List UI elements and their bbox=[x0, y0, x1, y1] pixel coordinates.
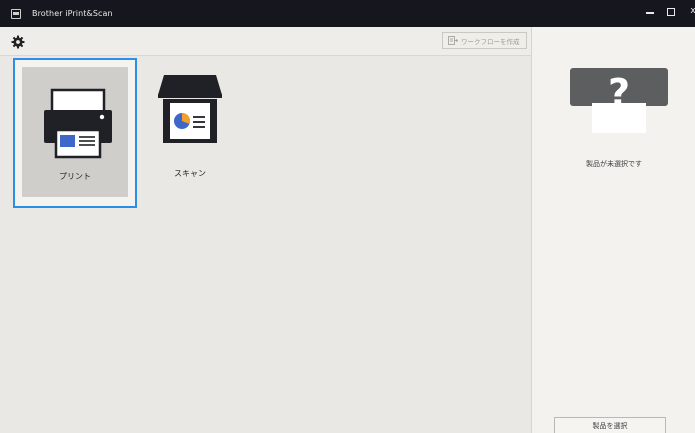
svg-text:?: ? bbox=[608, 71, 630, 115]
scan-tile[interactable]: スキャン bbox=[138, 65, 242, 195]
scan-tile-label: スキャン bbox=[174, 169, 206, 178]
close-button[interactable]: x bbox=[686, 5, 695, 19]
print-tile-label: プリント bbox=[59, 172, 91, 181]
create-workflow-label: ワークフローを作成 bbox=[461, 37, 520, 46]
title-bar: Brother iPrint&Scan x bbox=[0, 0, 695, 27]
app-window: Brother iPrint&Scan x ワークフローを作成 プリント スキャ… bbox=[0, 0, 695, 433]
no-product-status: 製品が未選択です bbox=[586, 160, 642, 168]
printer-icon bbox=[44, 88, 112, 159]
app-icon bbox=[11, 8, 21, 19]
window-title: Brother iPrint&Scan bbox=[32, 9, 113, 18]
workflow-icon bbox=[448, 36, 458, 45]
unknown-device-icon: ? bbox=[570, 68, 668, 133]
print-tile[interactable]: プリント bbox=[13, 58, 137, 208]
toolbar: ワークフローを作成 bbox=[0, 27, 531, 56]
create-workflow-button[interactable]: ワークフローを作成 bbox=[442, 32, 527, 49]
main-area: プリント スキャン bbox=[0, 56, 531, 433]
scanner-icon bbox=[158, 75, 222, 143]
minimize-button[interactable] bbox=[643, 5, 657, 19]
maximize-button[interactable] bbox=[664, 5, 678, 19]
select-product-button[interactable]: 製品を選択 bbox=[554, 417, 666, 433]
product-panel: ? 製品が未選択です 製品を選択 bbox=[531, 27, 695, 433]
gear-icon[interactable] bbox=[11, 34, 25, 49]
